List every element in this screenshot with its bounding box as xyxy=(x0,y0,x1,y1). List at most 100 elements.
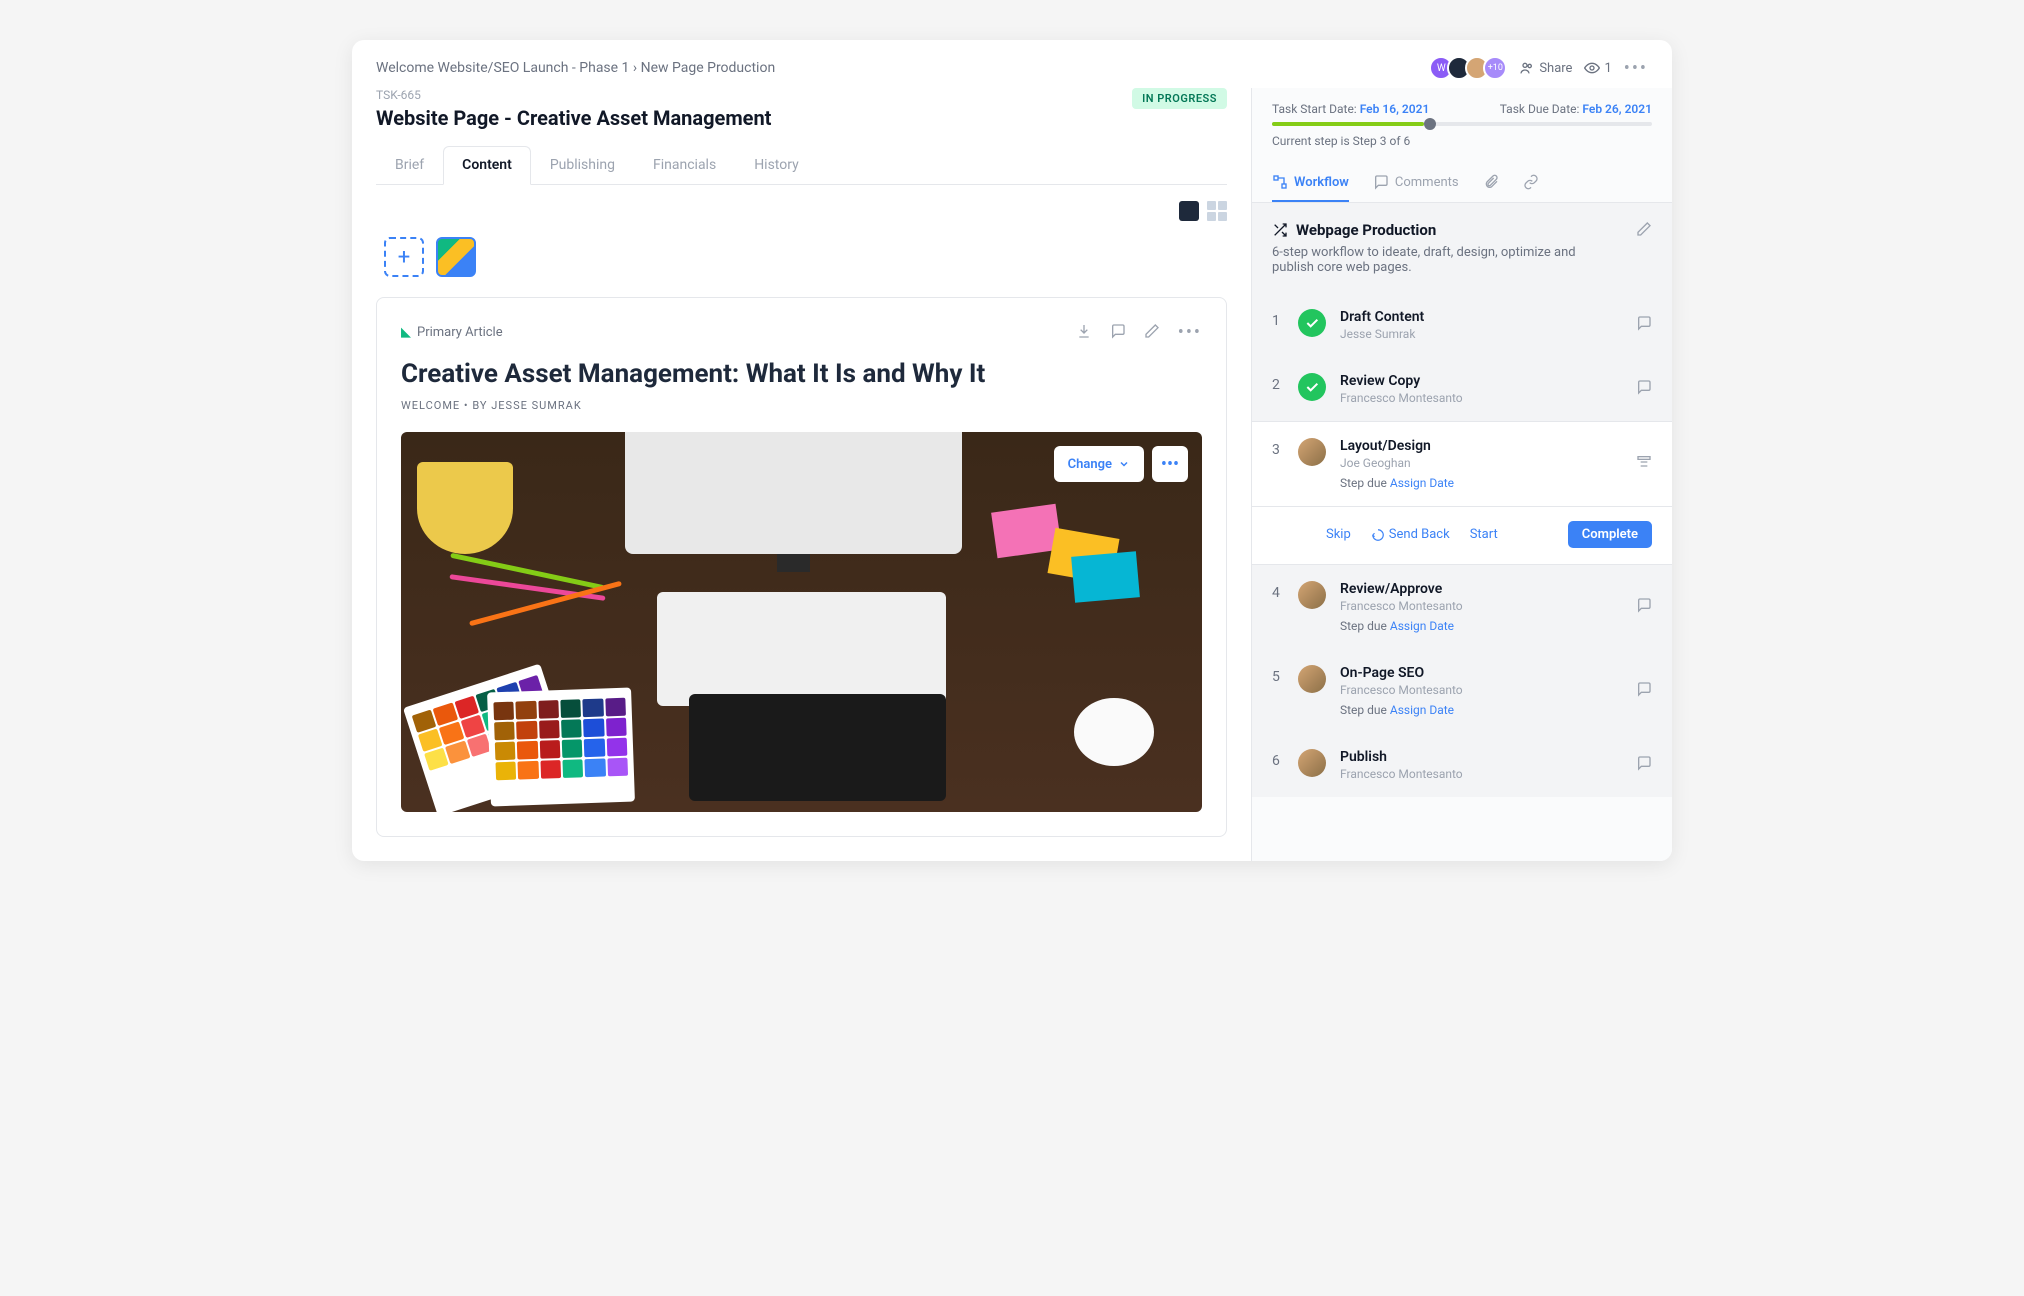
progress-label: Current step is Step 3 of 6 xyxy=(1252,126,1672,164)
crumb-1[interactable]: Welcome Website xyxy=(376,60,488,76)
article-meta: WELCOME • BY JESSE SUMRAK xyxy=(401,399,1202,412)
share-button[interactable]: Share xyxy=(1519,60,1572,76)
bookmark-icon: ◣ xyxy=(401,325,411,340)
step-due: Step due Assign Date xyxy=(1340,619,1622,633)
tab-brief[interactable]: Brief xyxy=(376,146,443,184)
asset-thumbnail[interactable] xyxy=(436,237,476,277)
edit-icon[interactable] xyxy=(1144,323,1160,343)
article-tag: ◣ Primary Article xyxy=(401,325,503,340)
check-icon xyxy=(1298,309,1326,337)
send-back-button[interactable]: Send Back xyxy=(1371,527,1450,542)
comment-icon[interactable] xyxy=(1110,323,1126,343)
step-assignee: Joe Geoghan xyxy=(1340,456,1622,470)
step-number: 4 xyxy=(1272,581,1284,601)
article-title: Creative Asset Management: What It Is an… xyxy=(401,359,1202,389)
step-number: 5 xyxy=(1272,665,1284,685)
edit-workflow-button[interactable] xyxy=(1636,221,1652,241)
note-icon[interactable] xyxy=(1636,379,1652,399)
side-tab-workflow[interactable]: Workflow xyxy=(1272,164,1349,202)
crumb-2[interactable]: SEO Launch - Phase 1 xyxy=(493,60,629,76)
step-title: Publish xyxy=(1340,749,1622,765)
eye-icon xyxy=(1584,60,1600,76)
chevron-down-icon xyxy=(1118,458,1130,470)
start-button[interactable]: Start xyxy=(1470,527,1498,542)
complete-button[interactable]: Complete xyxy=(1568,521,1652,548)
tab-publishing[interactable]: Publishing xyxy=(531,146,634,184)
task-id: TSK-665 xyxy=(376,88,771,102)
tab-history[interactable]: History xyxy=(735,146,818,184)
step-assignee: Francesco Montesanto xyxy=(1340,599,1622,613)
note-icon[interactable] xyxy=(1636,597,1652,617)
tab-content[interactable]: Content xyxy=(443,146,531,185)
task-title: Website Page - Creative Asset Management xyxy=(376,106,771,130)
step-number: 3 xyxy=(1272,438,1284,458)
step-title: On-Page SEO xyxy=(1340,665,1622,681)
image-more-menu[interactable]: ••• xyxy=(1152,446,1188,482)
workflow-step[interactable]: 5 On-Page SEO Francesco Montesanto Step due… xyxy=(1252,649,1672,733)
workflow-steps: 1 Draft Content Jesse Sumrak 2 Review Copy Fr… xyxy=(1252,293,1672,797)
skip-button[interactable]: Skip xyxy=(1326,527,1351,542)
side-tab-comments[interactable]: Comments xyxy=(1373,164,1459,202)
step-assignee: Jesse Sumrak xyxy=(1340,327,1622,341)
workflow-step[interactable]: 3 Layout/Design Joe Geoghan Step due Assign… xyxy=(1252,421,1672,507)
article-card: ◣ Primary Article ••• Creative Asset Man… xyxy=(376,297,1227,837)
step-title: Review Copy xyxy=(1340,373,1622,389)
workflow-step[interactable]: 6 Publish Francesco Montesanto xyxy=(1252,733,1672,797)
task-due-date: Task Due Date: Feb 26, 2021 xyxy=(1500,102,1652,116)
crumb-3[interactable]: New Page Production xyxy=(641,60,776,76)
step-due: Step due Assign Date xyxy=(1340,703,1622,717)
avatar xyxy=(1298,438,1326,466)
status-badge[interactable]: IN PROGRESS xyxy=(1132,88,1227,109)
hero-image: Change ••• xyxy=(401,432,1202,812)
avatar-stack[interactable]: W +10 xyxy=(1435,56,1507,80)
add-asset-button[interactable]: + xyxy=(384,237,424,277)
paperclip-icon xyxy=(1483,174,1499,190)
people-icon xyxy=(1519,60,1535,76)
download-icon[interactable] xyxy=(1076,323,1092,343)
workflow-step[interactable]: 1 Draft Content Jesse Sumrak xyxy=(1252,293,1672,357)
workflow-step[interactable]: 2 Review Copy Francesco Montesanto xyxy=(1252,357,1672,421)
avatar xyxy=(1298,665,1326,693)
step-assignee: Francesco Montesanto xyxy=(1340,767,1622,781)
comment-icon xyxy=(1373,174,1389,190)
workflow-step[interactable]: 4 Review/Approve Francesco Montesanto Step … xyxy=(1252,565,1672,649)
step-title: Layout/Design xyxy=(1340,438,1622,454)
note-icon[interactable] xyxy=(1636,681,1652,701)
task-start-date: Task Start Date: Feb 16, 2021 xyxy=(1272,102,1429,116)
step-number: 2 xyxy=(1272,373,1284,393)
step-assignee: Francesco Montesanto xyxy=(1340,683,1622,697)
note-icon[interactable] xyxy=(1636,755,1652,775)
step-title: Draft Content xyxy=(1340,309,1622,325)
change-image-button[interactable]: Change xyxy=(1054,446,1144,482)
step-title: Review/Approve xyxy=(1340,581,1622,597)
subtask-icon[interactable] xyxy=(1636,454,1652,474)
watchers[interactable]: 1 xyxy=(1584,60,1611,76)
breadcrumb: Welcome Website/SEO Launch - Phase 1 › N… xyxy=(376,60,775,76)
more-menu[interactable]: ••• xyxy=(1624,58,1648,79)
link-icon xyxy=(1523,174,1539,190)
step-due: Step due Assign Date xyxy=(1340,476,1622,490)
workflow-title: Webpage Production xyxy=(1272,221,1592,239)
view-grid-button[interactable] xyxy=(1207,201,1227,221)
avatar xyxy=(1298,749,1326,777)
step-number: 1 xyxy=(1272,309,1284,329)
view-single-button[interactable] xyxy=(1179,201,1199,221)
main-tabs: Brief Content Publishing Financials Hist… xyxy=(376,146,1227,185)
progress-bar[interactable] xyxy=(1272,122,1652,126)
assign-date-link[interactable]: Assign Date xyxy=(1390,619,1454,633)
check-icon xyxy=(1298,373,1326,401)
article-more-menu[interactable]: ••• xyxy=(1178,322,1202,343)
shuffle-icon xyxy=(1272,222,1288,238)
workflow-description: 6-step workflow to ideate, draft, design… xyxy=(1272,245,1592,275)
avatar xyxy=(1298,581,1326,609)
assign-date-link[interactable]: Assign Date xyxy=(1390,476,1454,490)
avatar-more[interactable]: +10 xyxy=(1483,56,1507,80)
workflow-icon xyxy=(1272,174,1288,190)
assign-date-link[interactable]: Assign Date xyxy=(1390,703,1454,717)
side-tab-attachments[interactable] xyxy=(1483,164,1499,202)
step-number: 6 xyxy=(1272,749,1284,769)
note-icon[interactable] xyxy=(1636,315,1652,335)
step-assignee: Francesco Montesanto xyxy=(1340,391,1622,405)
side-tab-links[interactable] xyxy=(1523,164,1539,202)
tab-financials[interactable]: Financials xyxy=(634,146,735,184)
